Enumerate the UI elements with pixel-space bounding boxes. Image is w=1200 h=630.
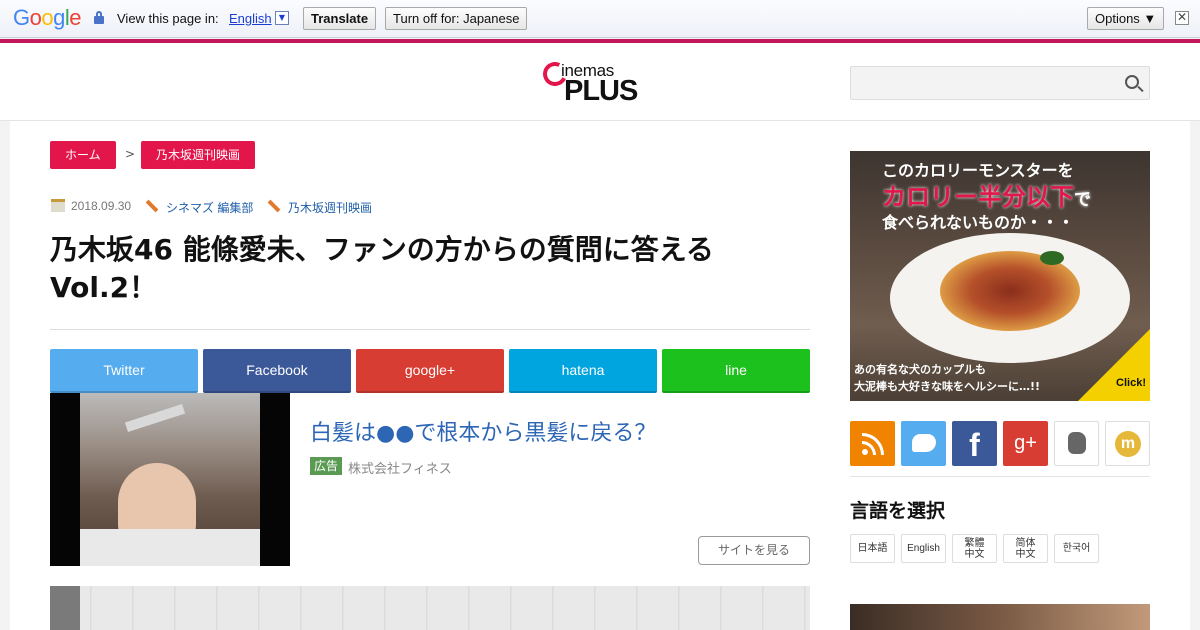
site-header: inemas PLUS <box>0 43 1200 121</box>
share-facebook-button[interactable]: Facebook <box>203 349 351 393</box>
turn-off-button[interactable]: Turn off for: Japanese <box>385 7 528 30</box>
feedly-button[interactable]: m <box>1105 421 1150 466</box>
google-translate-bar: Google View this page in: English ▼ Tran… <box>0 0 1200 38</box>
language-select-title: 言語を選択 <box>850 500 946 522</box>
twitter-bird-icon <box>912 434 936 452</box>
author-link[interactable]: シネマズ 編集部 <box>166 199 253 216</box>
lang-english-button[interactable]: English <box>901 534 946 563</box>
evernote-icon <box>1068 432 1086 454</box>
twitter-follow-button[interactable] <box>901 421 946 466</box>
evernote-button[interactable] <box>1054 421 1099 466</box>
banner-line-2-main: カロリー半分以下 <box>882 183 1074 211</box>
ad-image[interactable] <box>50 393 290 566</box>
share-twitter-button[interactable]: Twitter <box>50 349 198 393</box>
view-page-label: View this page in: <box>117 11 219 26</box>
sidebar-image[interactable] <box>850 604 1150 630</box>
lang-traditional-chinese-button[interactable]: 繁體 中文 <box>952 534 997 563</box>
post-date: 2018.09.30 <box>71 199 132 213</box>
ad-sponsor: 株式会社フィネス <box>348 462 452 477</box>
ad-block[interactable]: 白髪は●●で根本から黒髪に戻る？ 広告 株式会社フィネス サイトを見る <box>50 393 810 566</box>
article-image <box>50 586 810 630</box>
page-title: 乃木坂46 能條愛未、ファンの方からの質問に答える Vol.2！ <box>50 233 714 304</box>
calendar-icon <box>51 199 65 212</box>
search-icon[interactable] <box>1125 75 1139 89</box>
click-label: Click! <box>1116 377 1146 389</box>
share-hatena-button[interactable]: hatena <box>509 349 657 393</box>
ad-badge: 広告 <box>310 457 343 475</box>
sidebar-divider <box>850 476 1150 477</box>
visit-site-button[interactable]: サイトを見る <box>698 536 810 565</box>
banner-bottom-1: あの有名な犬のカップルも <box>854 363 986 376</box>
translate-button[interactable]: Translate <box>303 7 377 30</box>
feedly-icon: m <box>1115 431 1141 457</box>
share-google-button[interactable]: google+ <box>356 349 504 393</box>
language-link[interactable]: English <box>229 11 272 26</box>
site-logo[interactable]: inemas PLUS <box>539 58 643 108</box>
lang-zt-line2: 中文 <box>964 549 985 560</box>
lang-zt-line1: 繁體 <box>964 538 985 549</box>
divider <box>50 329 810 330</box>
google-logo: Google <box>13 5 82 30</box>
lock-icon <box>94 11 104 24</box>
search-input[interactable] <box>850 66 1150 100</box>
language-dropdown-icon[interactable]: ▼ <box>275 11 289 25</box>
lang-korean-button[interactable]: 한국어 <box>1054 534 1099 563</box>
lang-zs-line2: 中文 <box>1015 549 1036 560</box>
facebook-follow-button[interactable]: f <box>952 421 997 466</box>
banner-line-3: 食べられないものか・・・ <box>882 213 1075 232</box>
lang-simplified-chinese-button[interactable]: 简体 中文 <box>1003 534 1048 563</box>
sidebar-banner[interactable]: このカロリーモンスターを カロリー半分以下で 食べられないものか・・・ あの有名… <box>850 151 1150 401</box>
google-plus-follow-button[interactable]: g+ <box>1003 421 1048 466</box>
breadcrumb-category[interactable]: 乃木坂週刊映画 <box>141 141 256 169</box>
logo-bottom-text: PLUS <box>564 75 638 107</box>
close-icon[interactable]: ✕ <box>1175 11 1189 25</box>
options-button[interactable]: Options ▼ <box>1087 7 1165 30</box>
banner-line-2-suffix: で <box>1074 190 1091 210</box>
category-link[interactable]: 乃木坂週刊映画 <box>288 199 372 216</box>
rss-button[interactable] <box>850 421 895 466</box>
ad-headline[interactable]: 白髪は●●で根本から黒髪に戻る？ <box>310 415 656 447</box>
banner-line-2: カロリー半分以下で <box>882 177 1091 212</box>
breadcrumb-home[interactable]: ホーム <box>50 141 116 169</box>
breadcrumb-separator: > <box>125 147 136 161</box>
lang-japanese-button[interactable]: 日本語 <box>850 534 895 563</box>
banner-bottom-2: 大泥棒も大好きな味をヘルシーに…!! <box>854 380 1041 393</box>
share-line-button[interactable]: line <box>662 349 810 393</box>
lang-zs-line1: 简体 <box>1015 538 1036 549</box>
